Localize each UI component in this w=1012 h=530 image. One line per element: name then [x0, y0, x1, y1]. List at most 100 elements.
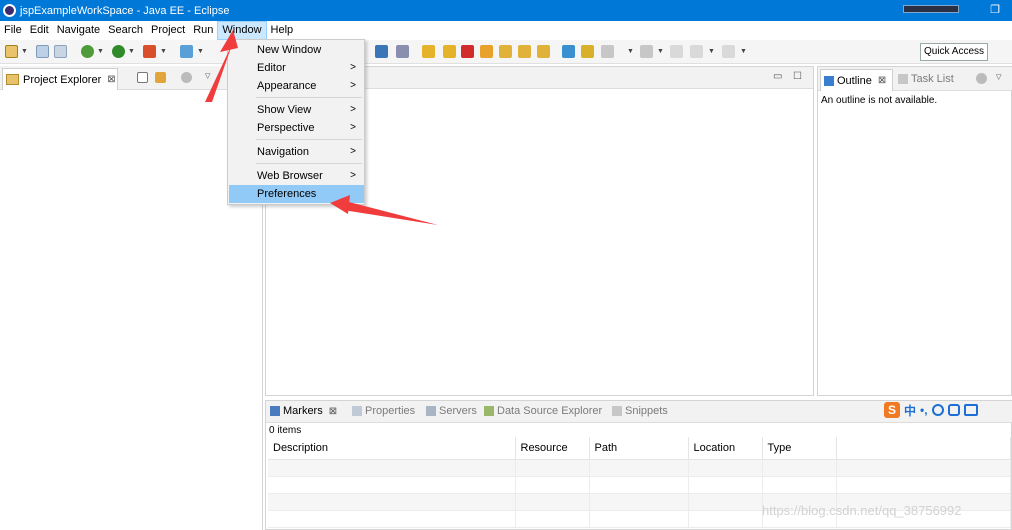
- forward-dropdown-icon[interactable]: ▼: [740, 48, 747, 55]
- menu-separator: [256, 97, 362, 98]
- quick-access-field[interactable]: Quick Access: [920, 43, 988, 61]
- menu-item-preferences[interactable]: Preferences: [229, 185, 364, 203]
- debug-icon[interactable]: [81, 45, 94, 58]
- close-outline-icon[interactable]: ⊠: [878, 75, 886, 86]
- menu-item-label: Perspective: [257, 122, 315, 134]
- microphone-icon[interactable]: [947, 404, 960, 416]
- collapse-all-icon[interactable]: [137, 72, 148, 83]
- menu-project[interactable]: Project: [147, 21, 189, 40]
- annotation-prev-icon[interactable]: [640, 45, 653, 58]
- menu-item-new-window[interactable]: New Window: [229, 41, 364, 59]
- new-server-icon[interactable]: [180, 45, 193, 58]
- menu-search[interactable]: Search: [104, 21, 147, 40]
- menu-navigate[interactable]: Navigate: [53, 21, 104, 40]
- save-all-icon[interactable]: [54, 45, 67, 58]
- menu-item-perspective[interactable]: Perspective >: [229, 119, 364, 137]
- tab-servers[interactable]: Servers: [426, 405, 477, 417]
- sogou-logo-icon[interactable]: S: [884, 402, 900, 418]
- debug-dropdown-icon[interactable]: ▼: [97, 48, 104, 55]
- ime-punctuation[interactable]: •,: [920, 403, 928, 417]
- run-icon[interactable]: [112, 45, 125, 58]
- menu-edit[interactable]: Edit: [26, 21, 53, 40]
- outline-dropdown-icon[interactable]: ▽: [996, 73, 1001, 81]
- minimize-icon[interactable]: ▭: [773, 71, 782, 82]
- outline-view-menu-icon[interactable]: [976, 73, 987, 84]
- server-dropdown-icon[interactable]: ▼: [197, 48, 204, 55]
- forward-icon[interactable]: [722, 45, 735, 58]
- outline-icon: [824, 75, 834, 86]
- view-dropdown-icon[interactable]: ▽: [205, 72, 210, 80]
- tab-properties[interactable]: Properties: [352, 405, 415, 417]
- folder-icon: [6, 74, 19, 85]
- view-menu-icon[interactable]: [181, 72, 192, 83]
- tab-task-list[interactable]: Task List: [898, 73, 954, 85]
- tab-data-source-explorer[interactable]: Data Source Explorer: [484, 405, 602, 417]
- step-return-icon[interactable]: [537, 45, 550, 58]
- ime-language[interactable]: 中: [904, 402, 916, 419]
- external-tools-icon[interactable]: [143, 45, 156, 58]
- col-resource[interactable]: Resource: [515, 437, 590, 460]
- table-row: [268, 476, 1011, 494]
- tab-project-explorer[interactable]: Project Explorer ⊠: [2, 68, 118, 90]
- run-dropdown-icon[interactable]: ▼: [128, 48, 135, 55]
- emoji-icon[interactable]: [931, 404, 944, 416]
- properties-icon: [352, 406, 362, 416]
- menu-file[interactable]: File: [0, 21, 26, 40]
- close-tab-icon[interactable]: ⊠: [107, 74, 115, 85]
- col-type[interactable]: Type: [762, 437, 837, 460]
- outline-tabbar: Outline ⊠ Task List ▽: [818, 67, 1012, 91]
- window-menu-dropdown: New Window Editor > Appearance > Show Vi…: [227, 39, 365, 205]
- menu-item-appearance[interactable]: Appearance >: [229, 77, 364, 95]
- link-with-editor-icon[interactable]: [155, 72, 166, 83]
- step-over-icon[interactable]: [518, 45, 531, 58]
- menu-window[interactable]: Window: [217, 21, 267, 40]
- resume-icon[interactable]: [422, 45, 435, 58]
- tab-outline[interactable]: Outline ⊠: [820, 69, 893, 91]
- menu-item-navigation[interactable]: Navigation >: [229, 143, 364, 161]
- back-icon[interactable]: [690, 45, 703, 58]
- col-description[interactable]: Description: [268, 437, 516, 460]
- open-type-icon[interactable]: [562, 45, 575, 58]
- submenu-arrow-icon: >: [350, 122, 356, 133]
- menu-item-label: Show View: [257, 104, 312, 116]
- menu-run[interactable]: Run: [189, 21, 217, 40]
- menu-item-show-view[interactable]: Show View >: [229, 101, 364, 119]
- disconnect-icon[interactable]: [480, 45, 493, 58]
- keyboard-icon[interactable]: [963, 404, 978, 416]
- annotation-dropdown-icon[interactable]: ▼: [627, 48, 634, 55]
- close-markers-icon[interactable]: ⊠: [329, 406, 337, 417]
- tab-snippets[interactable]: Snippets: [612, 405, 668, 417]
- menu-separator: [256, 139, 362, 140]
- skip-breakpoints-icon[interactable]: [396, 45, 409, 58]
- step-into-icon[interactable]: [499, 45, 512, 58]
- suspend-icon[interactable]: [443, 45, 456, 58]
- submenu-arrow-icon: >: [350, 62, 356, 73]
- external-dropdown-icon[interactable]: ▼: [160, 48, 167, 55]
- save-icon[interactable]: [36, 45, 49, 58]
- last-edit-icon[interactable]: [670, 45, 683, 58]
- outline-message: An outline is not available.: [821, 95, 938, 106]
- col-location[interactable]: Location: [688, 437, 763, 460]
- submenu-arrow-icon: >: [350, 104, 356, 115]
- new-dropdown-icon[interactable]: ▼: [21, 48, 28, 55]
- menu-help[interactable]: Help: [267, 21, 298, 40]
- project-explorer-panel: Project Explorer ⊠ ▽: [0, 66, 263, 530]
- col-path[interactable]: Path: [589, 437, 689, 460]
- terminate-icon[interactable]: [461, 45, 474, 58]
- menu-item-label: Navigation: [257, 146, 309, 158]
- console-icon[interactable]: [375, 45, 388, 58]
- annotation-next-icon[interactable]: [601, 45, 614, 58]
- prev-dropdown-icon[interactable]: ▼: [657, 48, 664, 55]
- menu-item-label: Editor: [257, 62, 286, 74]
- restore-window-button[interactable]: ❐: [988, 3, 1002, 17]
- menu-item-web-browser[interactable]: Web Browser >: [229, 167, 364, 185]
- new-file-icon[interactable]: [5, 45, 18, 58]
- snippets-label: Snippets: [625, 405, 668, 417]
- menu-item-label: Appearance: [257, 80, 317, 92]
- search-tool-icon[interactable]: [581, 45, 594, 58]
- task-list-label: Task List: [911, 73, 954, 85]
- back-dropdown-icon[interactable]: ▼: [708, 48, 715, 55]
- tab-markers[interactable]: Markers ⊠: [270, 405, 337, 417]
- maximize-icon[interactable]: ☐: [793, 71, 802, 82]
- menu-item-editor[interactable]: Editor >: [229, 59, 364, 77]
